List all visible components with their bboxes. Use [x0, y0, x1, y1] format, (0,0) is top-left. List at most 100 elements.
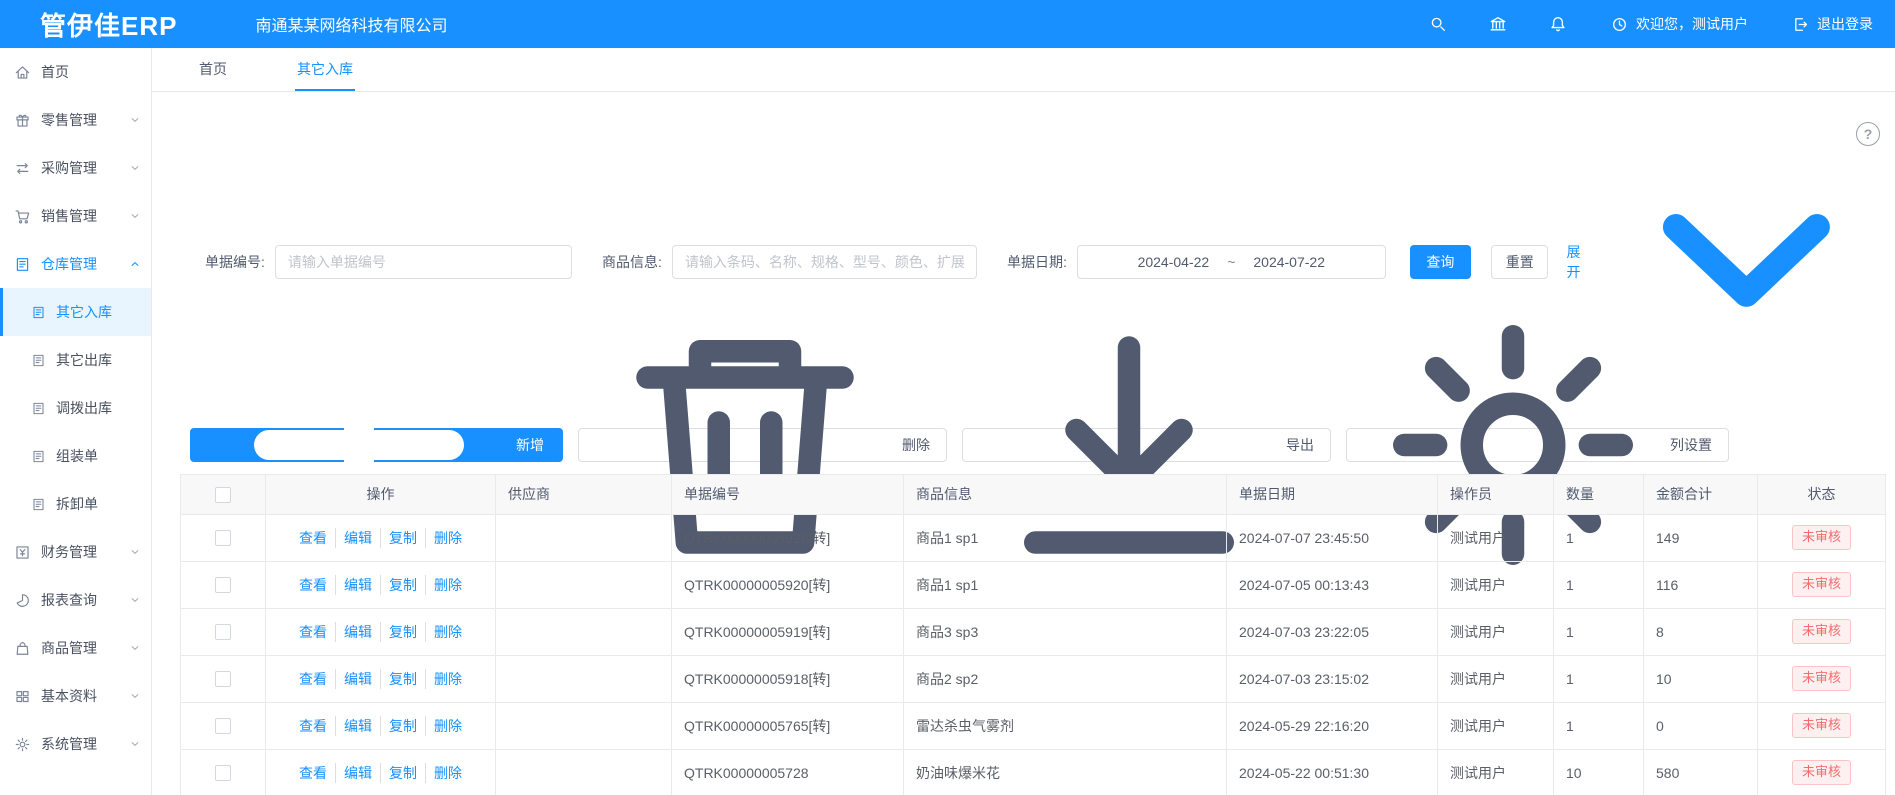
cell-product: 商品2 sp2 [904, 655, 1227, 702]
edit-link[interactable]: 编辑 [335, 716, 380, 736]
copy-link[interactable]: 复制 [380, 716, 425, 736]
search-icon[interactable] [1429, 15, 1447, 33]
row-checkbox-cell [181, 514, 266, 561]
reset-button[interactable]: 重置 [1491, 245, 1548, 279]
cell-date: 2024-07-03 23:22:05 [1227, 608, 1438, 655]
row-checkbox[interactable] [215, 577, 231, 593]
tab-other-inbound[interactable]: 其它入库 [295, 48, 355, 91]
cell-product: 奶油味爆米花 [904, 749, 1227, 795]
cell-status: 未审核 [1758, 514, 1886, 561]
doc-sub-icon [31, 497, 46, 512]
sidebar: 首页零售管理采购管理销售管理仓库管理其它入库其它出库调拨出库组装单拆卸单财务管理… [0, 48, 152, 795]
edit-link[interactable]: 编辑 [335, 622, 380, 642]
product-info-input[interactable] [672, 245, 977, 279]
delete-button[interactable]: 删除 [578, 428, 947, 462]
wallet-icon [14, 544, 31, 561]
edit-link[interactable]: 编辑 [335, 669, 380, 689]
sidebar-item-retail[interactable]: 零售管理 [0, 96, 151, 144]
sidebar-item-sales[interactable]: 销售管理 [0, 192, 151, 240]
row-checkbox[interactable] [215, 530, 231, 546]
copy-link[interactable]: 复制 [380, 669, 425, 689]
chevron-down-icon [129, 594, 141, 606]
cell-operator: 测试用户 [1438, 608, 1554, 655]
welcome-text: 欢迎您，测试用户 [1636, 14, 1748, 34]
top-header: 管伊佳ERP 南通某某网络科技有限公司 欢迎您，测试用户 退出登录 [0, 0, 1895, 48]
sidebar-item-label: 组装单 [56, 446, 98, 466]
date-start[interactable]: 2024-04-22 [1138, 254, 1210, 270]
edit-link[interactable]: 编辑 [335, 763, 380, 783]
chevron-down-icon [129, 738, 141, 750]
export-button[interactable]: 导出 [962, 428, 1331, 462]
logout-icon [1792, 16, 1809, 33]
delete-link[interactable]: 删除 [425, 528, 470, 548]
delete-link[interactable]: 删除 [425, 622, 470, 642]
row-checkbox[interactable] [215, 671, 231, 687]
view-link[interactable]: 查看 [291, 528, 335, 548]
delete-link[interactable]: 删除 [425, 575, 470, 595]
chevron-down-icon [129, 642, 141, 654]
sidebar-item-system[interactable]: 系统管理 [0, 720, 151, 768]
table-header-row: 操作供应商单据编号商品信息单据日期操作员数量金额合计状态 [181, 474, 1886, 514]
add-button[interactable]: 新增 [190, 428, 563, 462]
cart-icon [14, 208, 31, 225]
bill-no-input[interactable] [275, 245, 572, 279]
cell-amount: 0 [1644, 702, 1758, 749]
sidebar-item-products[interactable]: 商品管理 [0, 624, 151, 672]
cell-supplier [496, 749, 672, 795]
date-range-picker[interactable]: 2024-04-22 ~ 2024-07-22 [1077, 245, 1386, 279]
header-actions: 欢迎您，测试用户 退出登录 [1387, 14, 1873, 34]
view-link[interactable]: 查看 [291, 575, 335, 595]
column-header: 操作 [266, 474, 496, 514]
delete-link[interactable]: 删除 [425, 763, 470, 783]
copy-link[interactable]: 复制 [380, 763, 425, 783]
sidebar-item-reports[interactable]: 报表查询 [0, 576, 151, 624]
tab-home[interactable]: 首页 [197, 48, 229, 91]
copy-link[interactable]: 复制 [380, 622, 425, 642]
edit-link[interactable]: 编辑 [335, 575, 380, 595]
view-link[interactable]: 查看 [291, 669, 335, 689]
bell-icon[interactable] [1549, 15, 1567, 33]
sidebar-item-label: 拆卸单 [56, 494, 98, 514]
welcome-user[interactable]: 欢迎您，测试用户 [1611, 14, 1748, 34]
cell-actions: 查看编辑复制删除 [266, 702, 496, 749]
view-link[interactable]: 查看 [291, 716, 335, 736]
view-link[interactable]: 查看 [291, 763, 335, 783]
table-row: 查看编辑复制删除QTRK00000005920[转]商品1 sp12024-07… [181, 561, 1886, 608]
sidebar-item-disassembly[interactable]: 拆卸单 [0, 480, 151, 528]
sidebar-item-home[interactable]: 首页 [0, 48, 151, 96]
delete-link[interactable]: 删除 [425, 716, 470, 736]
sidebar-item-finance[interactable]: 财务管理 [0, 528, 151, 576]
sidebar-item-warehouse[interactable]: 仓库管理 [0, 240, 151, 288]
view-link[interactable]: 查看 [291, 622, 335, 642]
column-settings-button[interactable]: 列设置 [1346, 428, 1729, 462]
product-info-label: 商品信息: [602, 252, 662, 272]
cell-bill-no: QTRK00000005728 [672, 749, 904, 795]
data-table: 操作供应商单据编号商品信息单据日期操作员数量金额合计状态 查看编辑复制删除QTR… [180, 474, 1886, 795]
logout-button[interactable]: 退出登录 [1792, 14, 1873, 34]
copy-link[interactable]: 复制 [380, 575, 425, 595]
delete-link[interactable]: 删除 [425, 669, 470, 689]
sidebar-item-other-outbound[interactable]: 其它出库 [0, 336, 151, 384]
row-checkbox[interactable] [215, 624, 231, 640]
doc-sub-icon [31, 449, 46, 464]
sidebar-item-transfer-outbound[interactable]: 调拨出库 [0, 384, 151, 432]
doc-sub-icon [31, 401, 46, 416]
edit-link[interactable]: 编辑 [335, 528, 380, 548]
copy-link[interactable]: 复制 [380, 528, 425, 548]
sidebar-item-label: 首页 [41, 62, 69, 82]
question-icon: ? [1864, 126, 1873, 142]
toolbar: 新增 删除 导出 列设置 [152, 426, 1895, 474]
date-end[interactable]: 2024-07-22 [1253, 254, 1325, 270]
bank-icon[interactable] [1489, 15, 1507, 33]
row-checkbox[interactable] [215, 765, 231, 781]
sidebar-item-other-inbound[interactable]: 其它入库 [0, 288, 151, 336]
select-all-checkbox[interactable] [215, 487, 231, 503]
search-button[interactable]: 查询 [1410, 245, 1471, 279]
tab-bar: 首页 其它入库 [152, 48, 1895, 92]
sidebar-item-assembly[interactable]: 组装单 [0, 432, 151, 480]
help-button[interactable]: ? [1856, 122, 1880, 146]
sidebar-item-basic-data[interactable]: 基本资料 [0, 672, 151, 720]
cell-operator: 测试用户 [1438, 702, 1554, 749]
sidebar-item-purchase[interactable]: 采购管理 [0, 144, 151, 192]
row-checkbox[interactable] [215, 718, 231, 734]
